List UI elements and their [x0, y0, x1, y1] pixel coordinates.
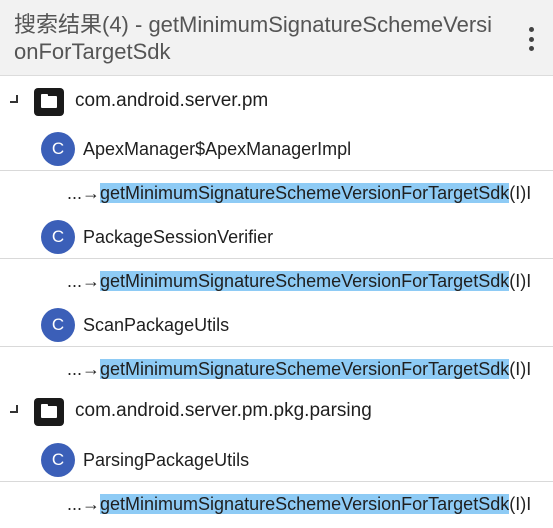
class-label: ApexManager$ApexManagerImpl [83, 139, 352, 159]
method-signature: (I)I [509, 271, 532, 291]
page-title: 搜索结果(4) - getMinimumSignatureSchemeVersi… [14, 12, 493, 64]
class-row[interactable]: C ApexManager$ApexManagerImpl [0, 126, 553, 170]
package-label: com.android.server.pm [75, 90, 269, 111]
class-label: PackageSessionVerifier [83, 227, 274, 247]
class-label: ScanPackageUtils [83, 315, 230, 335]
method-signature: (I)I [509, 494, 532, 514]
class-icon: C [41, 308, 75, 342]
package-row[interactable]: com.android.server.pm.pkg.parsing [0, 386, 553, 436]
search-match-highlight: getMinimumSignatureSchemeVersionForTarge… [100, 271, 510, 291]
collapse-arrow-icon[interactable] [10, 405, 18, 413]
search-match-highlight: getMinimumSignatureSchemeVersionForTarge… [100, 183, 510, 203]
more-vert-icon [528, 36, 534, 42]
class-icon: C [41, 443, 75, 477]
package-row[interactable]: com.android.server.pm [0, 76, 553, 126]
folder-icon [34, 398, 64, 426]
class-row[interactable]: C PackageSessionVerifier [0, 214, 553, 258]
class-row[interactable]: C ScanPackageUtils [0, 302, 553, 346]
class-row[interactable]: C ParsingPackageUtils [0, 437, 553, 481]
method-result: ...→getMinimumSignatureSchemeVersionForT… [67, 268, 531, 294]
method-result-row[interactable]: ...→getMinimumSignatureSchemeVersionForT… [0, 481, 553, 525]
method-result: ...→getMinimumSignatureSchemeVersionForT… [67, 491, 531, 517]
search-match-highlight: getMinimumSignatureSchemeVersionForTarge… [100, 359, 510, 379]
method-prefix: ...→ [67, 183, 101, 203]
class-icon: C [41, 132, 75, 166]
method-result-row[interactable]: ...→getMinimumSignatureSchemeVersionForT… [0, 258, 553, 302]
method-prefix: ...→ [67, 271, 101, 291]
more-menu-button[interactable] [521, 24, 541, 54]
app-bar: 搜索结果(4) - getMinimumSignatureSchemeVersi… [0, 0, 553, 76]
folder-icon [34, 88, 64, 116]
method-result: ...→getMinimumSignatureSchemeVersionForT… [67, 180, 531, 206]
method-signature: (I)I [509, 183, 532, 203]
method-result-row[interactable]: ...→getMinimumSignatureSchemeVersionForT… [0, 346, 553, 390]
method-prefix: ...→ [67, 494, 101, 514]
package-label: com.android.server.pm.pkg.parsing [75, 400, 372, 421]
method-result: ...→getMinimumSignatureSchemeVersionForT… [67, 356, 531, 382]
collapse-arrow-icon[interactable] [10, 95, 18, 103]
class-icon: C [41, 220, 75, 254]
method-signature: (I)I [509, 359, 532, 379]
class-label: ParsingPackageUtils [83, 450, 250, 470]
method-result-row[interactable]: ...→getMinimumSignatureSchemeVersionForT… [0, 170, 553, 214]
more-vert-icon [528, 46, 534, 51]
search-results-screen: 搜索结果(4) - getMinimumSignatureSchemeVersi… [0, 0, 553, 528]
method-prefix: ...→ [67, 359, 101, 379]
search-match-highlight: getMinimumSignatureSchemeVersionForTarge… [100, 494, 510, 514]
more-vert-icon [528, 27, 534, 32]
